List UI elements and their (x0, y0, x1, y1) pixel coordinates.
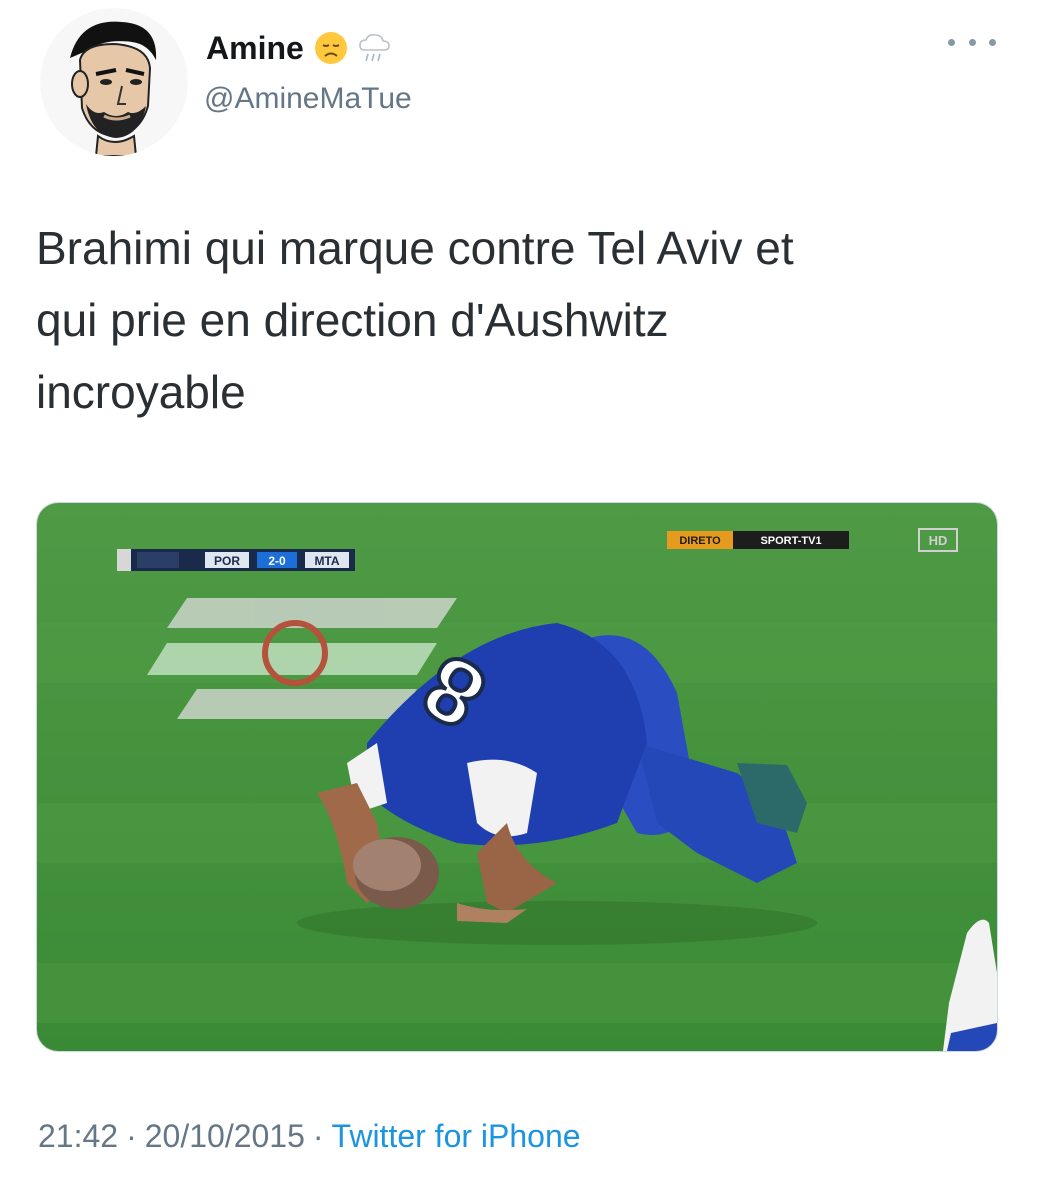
meta-separator: · (312, 1118, 324, 1154)
tweet-text-line: incroyable (36, 366, 246, 418)
user-name-row[interactable]: Amine (206, 26, 392, 70)
broadcaster-logo: DIRETO SPORT-TV1 (667, 531, 849, 549)
football-photo: POR 2-0 MTA DIRETO SPORT-TV1 HD 8 (37, 503, 997, 1051)
tweet-media-image[interactable]: POR 2-0 MTA DIRETO SPORT-TV1 HD 8 (36, 502, 998, 1052)
display-name[interactable]: Amine (206, 30, 304, 67)
more-dot (989, 38, 996, 46)
tweet-text: Brahimi qui marque contre Tel Aviv et qu… (36, 212, 996, 428)
score-team-away: MTA (314, 554, 339, 568)
tweet-time[interactable]: 21:42 (38, 1118, 118, 1155)
scoreboard: POR 2-0 MTA (117, 549, 355, 571)
tweet-card: Amine @AmineMaTue Brahimi qui marque con… (0, 0, 1044, 1200)
disappointed-face-icon (314, 32, 347, 64)
score-team-home: POR (214, 554, 240, 568)
tweet-text-line: Brahimi qui marque contre Tel Aviv et (36, 222, 794, 274)
user-handle[interactable]: @AmineMaTue (204, 82, 412, 116)
avatar-illustration (40, 8, 188, 156)
score-value: 2-0 (268, 554, 286, 568)
svg-text:HD: HD (929, 533, 948, 548)
cloud-rain-icon (358, 34, 390, 62)
tweet-source-link[interactable]: Twitter for iPhone (332, 1118, 581, 1155)
meta-separator: · (126, 1118, 137, 1154)
more-dot (968, 38, 976, 46)
avatar[interactable] (40, 8, 188, 156)
tweet-text-line: qui prie en direction d'Aushwitz (36, 294, 669, 346)
broadcaster-live-label: DIRETO (679, 535, 721, 547)
more-options-icon[interactable] (948, 28, 996, 56)
more-dot (948, 38, 955, 46)
broadcaster-channel-label: SPORT-TV1 (760, 535, 821, 547)
tweet-date[interactable]: 20/10/2015 (145, 1118, 305, 1155)
tweet-meta: 21:42 · 20/10/2015 · Twitter for iPhone (38, 1118, 581, 1155)
